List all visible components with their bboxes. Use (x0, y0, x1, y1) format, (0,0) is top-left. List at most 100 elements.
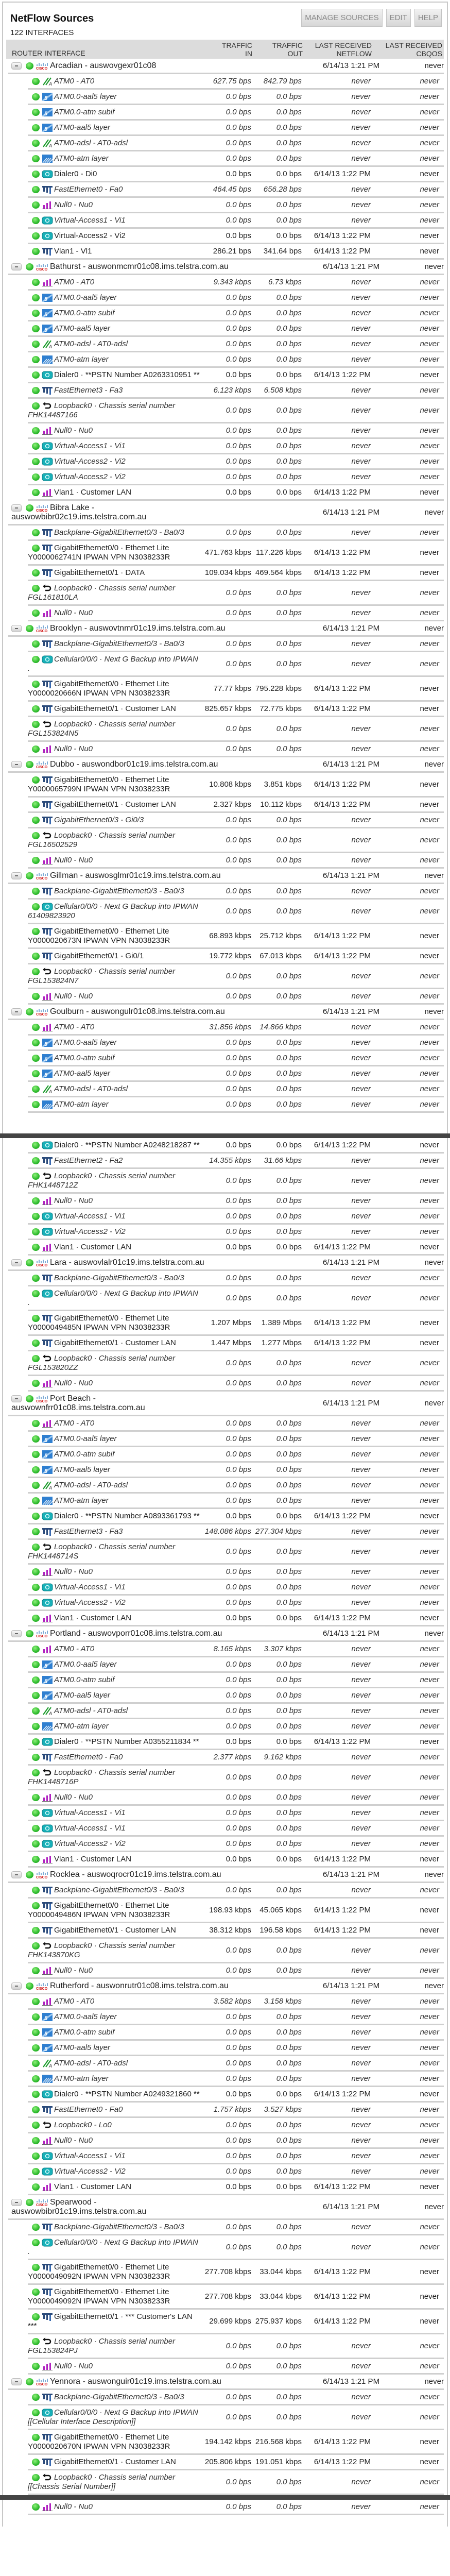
interface-row[interactable]: GigabitEthernet0/3 - Gi0/3 0.0 bps 0.0 bps… (28, 813, 444, 828)
interface-row[interactable]: Backplane-GigabitEthernet0/3 - Ba0/3 0.0 … (28, 884, 444, 900)
router-row[interactable]: CISCO Bathurst - auswonmcmr01c08.ims.tels… (8, 260, 444, 275)
interface-name[interactable]: Virtual-Access2 - Vi2 (54, 472, 126, 481)
interface-name[interactable]: Null0 - Nu0 (54, 2136, 93, 2145)
interface-row[interactable]: ATM0 - AT0 31.856 kbps 14.866 kbps never nev… (28, 1020, 444, 1036)
interface-row[interactable]: 5 ATM0-aal5 layer 0.0 bps 0.0 bps never never (28, 1688, 444, 1704)
interface-name[interactable]: FastEthernet3 - Fa3 (54, 1527, 123, 1536)
interface-name[interactable]: ATM0.0-aal5 layer (54, 2012, 116, 2021)
interface-name[interactable]: ATM0-adsl - AT0-adsl (54, 1481, 128, 1489)
interface-name[interactable]: FastEthernet0 - Fa0 (54, 1753, 123, 1761)
interface-name[interactable]: FastEthernet3 - Fa3 (54, 386, 123, 395)
interface-row[interactable]: Cellular0/0/0 · Next G Backup into IPWAN… (28, 2235, 444, 2260)
interface-row[interactable]: Null0 - Nu0 0.0 bps 0.0 bps never never (28, 198, 444, 213)
interface-row[interactable]: ATM0-atm layer 0.0 bps 0.0 bps never never (28, 2072, 444, 2087)
interface-row[interactable]: Virtual-Access1 - Vi1 0.0 bps 0.0 bps never… (28, 1821, 444, 1837)
interface-name[interactable]: Virtual-Access2 - Vi2 (54, 231, 126, 240)
interface-row[interactable]: Loopback0 · Chassis serial number FGL161… (28, 581, 444, 606)
router-name[interactable]: Rutherford - auswonrutr01c08.ims.telstra… (50, 1981, 229, 1990)
router-row[interactable]: CISCO Portland - auswovporr01c08.ims.tels… (8, 1626, 444, 1642)
interface-name[interactable]: Null0 - Nu0 (54, 992, 93, 1001)
interface-name[interactable]: Virtual-Access2 - Vi2 (54, 1598, 126, 1607)
interface-name[interactable]: Cellular0/0/0 · Next G Backup into IPWAN… (28, 2408, 198, 2426)
interface-name[interactable]: Null0 - Nu0 (54, 1966, 93, 1975)
interface-row[interactable]: ATM0-atm layer 0.0 bps 0.0 bps never never (28, 1494, 444, 1509)
interface-row[interactable]: Backplane-GigabitEthernet0/3 - Ba0/3 0.0 … (28, 2220, 444, 2235)
interface-row[interactable]: 5 ATM0-aal5 layer 0.0 bps 0.0 bps never never (28, 1066, 444, 1082)
interface-name[interactable]: FastEthernet0 - Fa0 (54, 185, 123, 194)
interface-row[interactable]: Vlan1 - Vl1 286.21 bps 341.64 bps 6/14/13 1… (28, 244, 444, 260)
interface-row[interactable]: Loopback0 · Chassis serial number FHK144… (28, 1540, 444, 1565)
interface-name[interactable]: Virtual-Access1 - Vi1 (54, 1583, 126, 1591)
interface-name[interactable]: Cellular0/0/0 · Next G Backup into IPWAN… (28, 1289, 198, 1307)
interface-row[interactable]: A ATM0 - AT0 627.75 bps 842.79 bps never neve… (28, 74, 444, 90)
interface-row[interactable]: Loopback0 · Chassis serial number FGL153… (28, 717, 444, 742)
interface-row[interactable]: Null0 - Nu0 0.0 bps 0.0 bps never never (28, 989, 444, 1005)
interface-name[interactable]: ATM0.0-aal5 layer (54, 1038, 116, 1047)
interface-name[interactable]: ATM0-adsl - AT0-adsl (54, 2059, 128, 2067)
interface-name[interactable]: Cellular0/0/0 · Next G Backup into IPWAN… (28, 902, 198, 920)
interface-row[interactable]: Loopback0 · Chassis serial number FHK143… (28, 1939, 444, 1963)
interface-name[interactable]: ATM0.0-aal5 layer (54, 1434, 116, 1443)
interface-name[interactable]: Null0 - Nu0 (54, 1567, 93, 1576)
interface-name[interactable]: ATM0.0-atm subif (54, 108, 114, 116)
interface-row[interactable]: GigabitEthernet0/1 · *** Customer's LAN … (28, 2310, 444, 2334)
interface-name[interactable]: ATM0-atm layer (54, 1100, 109, 1109)
interface-name[interactable]: GigabitEthernet0/1 · Customer LAN (54, 704, 176, 713)
interface-name[interactable]: Loopback0 - Lo0 (54, 2121, 112, 2129)
router-row[interactable]: CISCO Arcadian - auswovgexr01c08 6/14/13 1… (8, 59, 444, 74)
interface-name[interactable]: Dialer0 · **PSTN Number A0248218287 ** (54, 1141, 200, 1149)
interface-name[interactable]: Virtual-Access1 - Vi1 (54, 442, 126, 450)
interface-name[interactable]: Virtual-Access2 - Vi2 (54, 1839, 126, 1848)
interface-row[interactable]: Dialer0 · **PSTN Number A0248218287 ** 0.… (28, 1138, 444, 1154)
interface-row[interactable]: Loopback0 · Chassis serial number FHK144… (28, 1169, 444, 1194)
interface-row[interactable]: Cellular0/0/0 · Next G Backup into IPWAN… (28, 900, 444, 924)
interface-row[interactable]: 5 ATM0.0-atm subif 0.0 bps 0.0 bps never neve… (28, 105, 444, 121)
router-row[interactable]: CISCO Bibra Lake - auswowbibr02c19.ims.te… (8, 501, 444, 526)
interface-name[interactable]: ATM0-atm layer (54, 1722, 109, 1731)
interface-name[interactable]: GigabitEthernet0/3 - Gi0/3 (54, 816, 144, 824)
interface-name[interactable]: Null0 - Nu0 (54, 1793, 93, 1802)
col-last-cbqos[interactable]: LAST RECEIVED CBQOS (386, 41, 442, 58)
interface-row[interactable]: Null0 - Nu0 0.0 bps 0.0 bps never never (28, 606, 444, 621)
interface-name[interactable]: Vlan1 · Customer LAN (54, 1243, 131, 1251)
interface-name[interactable]: ATM0-atm layer (54, 154, 109, 163)
interface-name[interactable]: Null0 - Nu0 (54, 1196, 93, 1205)
col-traffic-in[interactable]: TRAFFIC IN (222, 41, 252, 58)
interface-row[interactable]: A ATM0-adsl - AT0-adsl 0.0 bps 0.0 bps never… (28, 2056, 444, 2072)
interface-row[interactable]: Loopback0 · Chassis serial number FGL153… (28, 1351, 444, 1376)
interface-row[interactable]: Dialer0 · **PSTN Number A0263310951 ** 0.… (28, 368, 444, 383)
interface-row[interactable]: Vlan1 · Customer LAN 0.0 bps 0.0 bps 6/14/1… (28, 2180, 444, 2195)
interface-row[interactable]: ATM0-atm layer 0.0 bps 0.0 bps never never (28, 1097, 444, 1113)
col-last-netflow[interactable]: LAST RECEIVED NETFLOW (315, 41, 372, 58)
interface-name[interactable]: Dialer0 · **PSTN Number A0355211834 ** (54, 1737, 199, 1746)
interface-name[interactable]: Dialer0 · **PSTN Number A0249321860 ** (54, 2090, 200, 2098)
interface-name[interactable]: Backplane-GigabitEthernet0/3 - Ba0/3 (54, 2393, 184, 2401)
interface-name[interactable]: ATM0-aal5 layer (54, 1691, 110, 1700)
router-row[interactable]: CISCO Dubbo - auswondbor01c19.ims.telstra… (8, 757, 444, 773)
interface-name[interactable]: ATM0-atm layer (54, 2074, 109, 2083)
router-row[interactable]: CISCO Port Beach - auswownfrr01c08.ims.te… (8, 1392, 444, 1416)
interface-row[interactable]: GigabitEthernet0/1 · Customer LAN 825.657… (28, 702, 444, 717)
interface-row[interactable]: Backplane-GigabitEthernet0/3 - Ba0/3 0.0 … (28, 2390, 444, 2405)
interface-row[interactable]: Loopback0 · Chassis serial number FGL165… (28, 828, 444, 853)
interface-row[interactable]: GigabitEthernet0/0 · Ethernet Lite Y0000… (28, 924, 444, 949)
interface-row[interactable]: GigabitEthernet0/0 · Ethernet Lite Y0000… (28, 541, 444, 566)
interface-row[interactable]: Null0 - Nu0 0.0 bps 0.0 bps never never (28, 1790, 444, 1806)
interface-name[interactable]: Vlan1 · Customer LAN (54, 488, 131, 497)
interface-name[interactable]: Virtual-Access2 - Vi2 (54, 2167, 126, 2176)
interface-row[interactable]: GigabitEthernet0/1 · Customer LAN 2.327 k… (28, 798, 444, 813)
col-traffic-out[interactable]: TRAFFIC OUT (272, 41, 303, 58)
router-name[interactable]: Arcadian - auswovgexr01c08 (50, 61, 156, 70)
interface-name[interactable]: Null0 - Nu0 (54, 200, 93, 209)
col-router[interactable]: ROUTER (12, 49, 42, 57)
interface-row[interactable]: Vlan1 · Customer LAN 0.0 bps 0.0 bps 6/14/1… (28, 485, 444, 501)
interface-row[interactable]: GigabitEthernet0/0 · Ethernet Lite Y0000… (28, 1311, 444, 1336)
interface-row[interactable]: Dialer0 · **PSTN Number A0249321860 ** 0.… (28, 2087, 444, 2103)
interface-name[interactable]: GigabitEthernet0/1 · Customer LAN (54, 800, 176, 809)
interface-row[interactable]: ATM0 - AT0 0.0 bps 0.0 bps never never (28, 1416, 444, 1432)
interface-name[interactable]: GigabitEthernet0/1 · Customer LAN (54, 1338, 176, 1347)
interface-name[interactable]: ATM0.0-atm subif (54, 2028, 114, 2037)
interface-name[interactable]: ATM0-aal5 layer (54, 123, 110, 132)
router-name[interactable]: Yennora - auswonguir01c19.ims.telstra.co… (50, 2377, 221, 2386)
interface-name[interactable]: ATM0.0-aal5 layer (54, 92, 116, 101)
